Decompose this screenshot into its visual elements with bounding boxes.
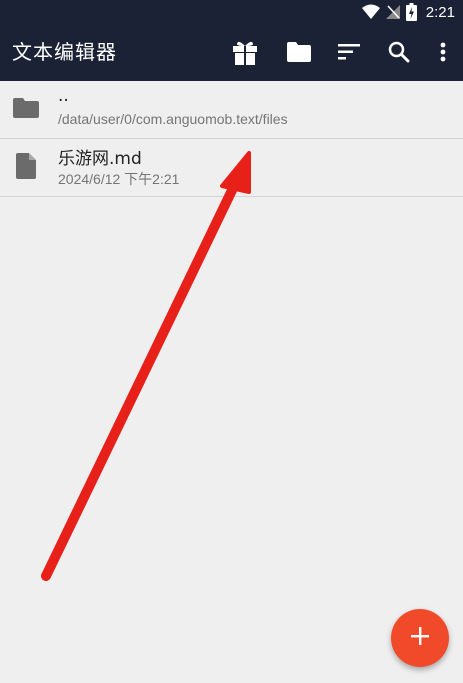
search-icon [388, 41, 410, 63]
list-item-file[interactable]: 乐游网.md 2024/6/12 下午2:21 [0, 139, 463, 197]
file-list: .. /data/user/0/com.anguomob.text/files … [0, 81, 463, 197]
item-name: 乐游网.md [58, 149, 142, 169]
list-item-parent-folder[interactable]: .. /data/user/0/com.anguomob.text/files [0, 81, 463, 139]
app-toolbar: 文本编辑器 [0, 24, 463, 81]
add-file-button[interactable] [391, 609, 449, 667]
signal-off-icon [385, 4, 401, 20]
folder-icon [12, 94, 40, 122]
gift-icon [231, 38, 259, 66]
file-icon [12, 152, 40, 180]
wifi-icon [361, 4, 380, 20]
battery-charging-icon [405, 3, 417, 21]
sort-icon [338, 44, 360, 60]
item-path: /data/user/0/com.anguomob.text/files [58, 111, 288, 127]
app-title: 文本编辑器 [12, 40, 117, 64]
sort-button[interactable] [331, 34, 367, 70]
more-vert-icon [440, 42, 446, 62]
item-modified-date: 2024/6/12 下午2:21 [58, 171, 180, 187]
folder-icon [287, 42, 311, 62]
item-name: .. [58, 86, 69, 106]
status-time: 2:21 [425, 3, 455, 21]
status-bar: 2:21 [0, 0, 463, 24]
search-button[interactable] [381, 34, 417, 70]
more-options-button[interactable] [425, 34, 461, 70]
gift-button[interactable] [227, 34, 263, 70]
status-icons: 2:21 [361, 0, 455, 24]
folder-button[interactable] [281, 34, 317, 70]
add-icon [411, 627, 429, 649]
